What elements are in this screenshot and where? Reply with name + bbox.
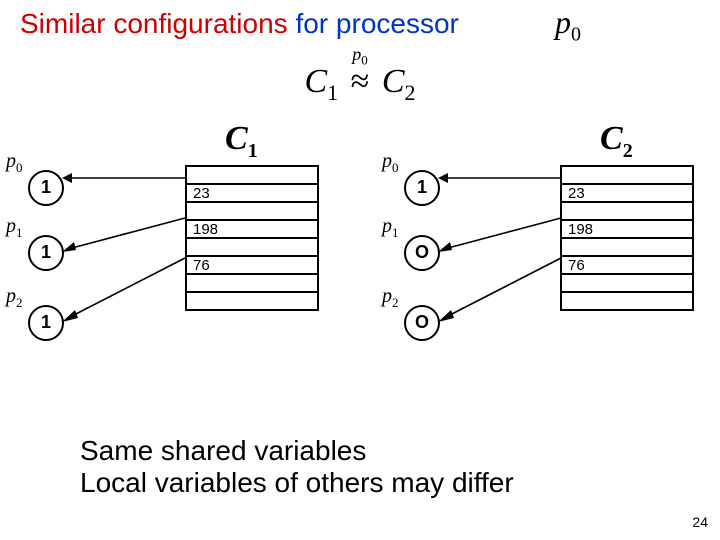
config-label-c1: C1 bbox=[225, 120, 258, 163]
caption-line-2: Local variables of others may differ bbox=[80, 467, 514, 499]
proc-label-c2-p2: p2 bbox=[382, 285, 399, 311]
local-var-c2-p2: O bbox=[404, 305, 440, 341]
proc-label-c1-p0: p0 bbox=[6, 150, 23, 176]
stack-c1-cell-7 bbox=[187, 293, 317, 311]
stack-c1-cell-5: 76 bbox=[187, 257, 317, 275]
approx-c1: C1 bbox=[304, 63, 338, 100]
stack-c2: 23 198 76 bbox=[560, 165, 694, 311]
approx-c2: C2 bbox=[382, 63, 416, 100]
stack-c1-cell-4 bbox=[187, 239, 317, 257]
arrow-c2-p1 bbox=[438, 212, 563, 252]
stack-c2-cell-2 bbox=[562, 203, 692, 221]
local-var-c2-p1: O bbox=[404, 235, 440, 271]
stack-c1-cell-2 bbox=[187, 203, 317, 221]
stack-c2-cell-4 bbox=[562, 239, 692, 257]
page-number: 24 bbox=[692, 514, 708, 530]
stack-c1-cell-1: 23 bbox=[187, 185, 317, 203]
caption-line-1: Same shared variables bbox=[80, 435, 514, 467]
stack-c1-cell-6 bbox=[187, 275, 317, 293]
stack-c2-cell-3: 198 bbox=[562, 221, 692, 239]
title-part-red: Similar configurations bbox=[20, 8, 288, 39]
stack-c1-cell-0 bbox=[187, 167, 317, 185]
approx-relation: p0 C1 ≈ C2 bbox=[0, 44, 720, 105]
local-var-c1-p2: 1 bbox=[28, 305, 64, 341]
approx-operator: ≈ bbox=[347, 63, 374, 100]
arrow-c2-p0 bbox=[438, 172, 563, 184]
stack-c2-cell-7 bbox=[562, 293, 692, 311]
slide-title: Similar configurations for processor bbox=[20, 8, 459, 40]
stack-c2-cell-5: 76 bbox=[562, 257, 692, 275]
proc-label-c1-p2: p2 bbox=[6, 285, 23, 311]
arrow-c1-p1 bbox=[62, 212, 187, 252]
stack-c1-cell-3: 198 bbox=[187, 221, 317, 239]
local-var-c2-p0: 1 bbox=[404, 170, 440, 206]
stack-c2-cell-0 bbox=[562, 167, 692, 185]
proc-label-c2-p1: p1 bbox=[382, 215, 399, 241]
arrow-c1-p0 bbox=[62, 172, 187, 184]
title-part-for: for bbox=[295, 8, 328, 39]
caption: Same shared variables Local variables of… bbox=[80, 435, 514, 499]
arrow-c1-p2 bbox=[62, 252, 187, 322]
local-var-c1-p0: 1 bbox=[28, 170, 64, 206]
arrow-c2-p2 bbox=[438, 252, 563, 322]
proc-label-c1-p1: p1 bbox=[6, 215, 23, 241]
stack-c2-cell-1: 23 bbox=[562, 185, 692, 203]
proc-label-c2-p0: p0 bbox=[382, 150, 399, 176]
stack-c2-cell-6 bbox=[562, 275, 692, 293]
config-label-c2: C2 bbox=[600, 120, 633, 163]
title-part-processor: processor bbox=[336, 8, 459, 39]
stack-c1: 23 198 76 bbox=[185, 165, 319, 311]
local-var-c1-p1: 1 bbox=[28, 235, 64, 271]
title-p0-symbol: p0 bbox=[555, 4, 581, 46]
